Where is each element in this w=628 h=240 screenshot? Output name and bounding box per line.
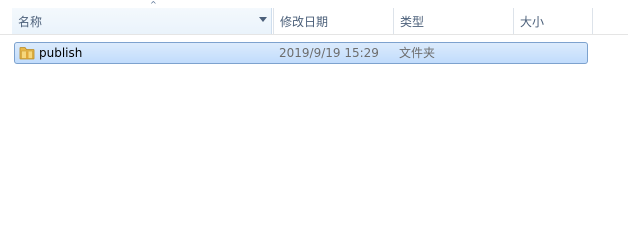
column-header-name-label: 名称 [18,15,43,29]
column-header-type[interactable]: 类型 [393,8,513,34]
file-type: 文件夹 [399,46,436,60]
file-date-modified: 2019/9/19 15:29 [279,46,379,60]
file-row-publish[interactable]: publish 2019/9/19 15:29 文件夹 [14,42,588,64]
folder-icon [19,47,35,60]
chevron-down-icon[interactable] [259,17,267,22]
column-header-size[interactable]: 大小 [513,8,593,34]
column-header-bar: ^ 名称 修改日期 类型 大小 [0,0,628,35]
column-header-date-label: 修改日期 [280,15,329,29]
file-name: publish [39,46,83,60]
file-explorer-details-view: ^ 名称 修改日期 类型 大小 publish 2019/9/19 15:29 … [0,0,628,240]
sort-ascending-icon: ^ [150,0,157,9]
column-header-date-modified[interactable]: 修改日期 [273,8,393,34]
column-header-name[interactable]: ^ 名称 [12,0,272,34]
column-header-type-label: 类型 [400,15,425,29]
column-header-size-label: 大小 [520,15,545,29]
